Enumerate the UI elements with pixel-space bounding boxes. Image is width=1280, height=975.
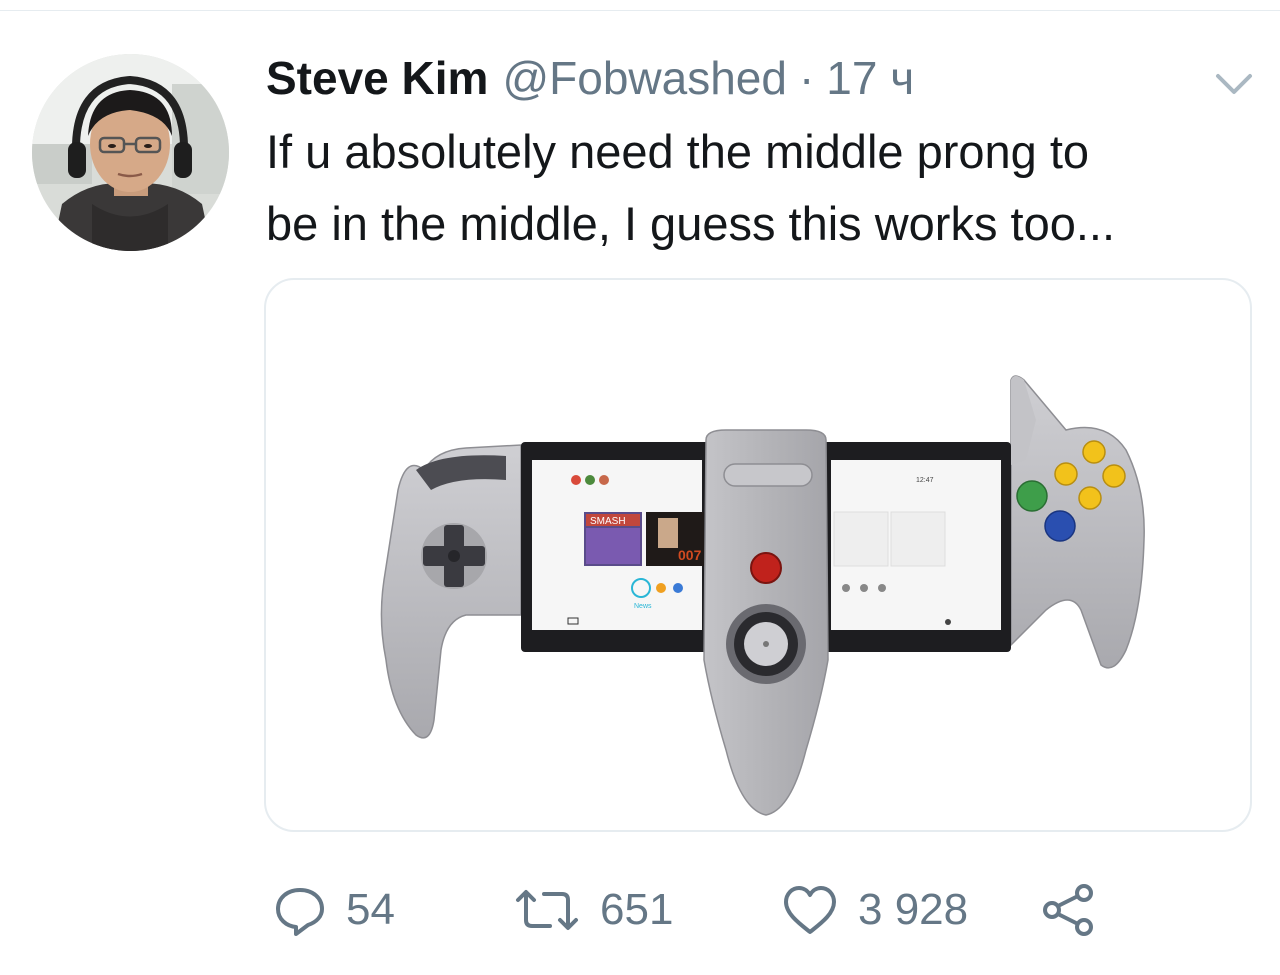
a-button bbox=[1044, 510, 1076, 542]
header-separator: · bbox=[798, 52, 815, 104]
tweet-text: If u absolutely need the middle prong to… bbox=[266, 116, 1256, 260]
left-grip bbox=[380, 444, 522, 739]
heart-icon bbox=[784, 886, 836, 934]
tile-smash-label: SMASH bbox=[590, 516, 626, 527]
b-button bbox=[1016, 480, 1048, 512]
analog-stick bbox=[726, 604, 806, 684]
avatar-image bbox=[32, 54, 229, 251]
tile-007-label: 007 bbox=[678, 547, 702, 563]
top-divider bbox=[0, 10, 1280, 11]
controller-photo: SMASH 007 News 12:47 bbox=[380, 375, 1145, 816]
avatar[interactable] bbox=[32, 54, 229, 251]
share-icon bbox=[1043, 884, 1093, 936]
author-handle[interactable]: @Fobwashed bbox=[502, 51, 787, 105]
screen-clock: 12:47 bbox=[916, 477, 934, 484]
tweet-timestamp[interactable]: 17 ч bbox=[826, 51, 914, 105]
share-button[interactable] bbox=[1040, 870, 1098, 950]
tweet-menu-button[interactable] bbox=[1210, 66, 1258, 102]
tweet-header: Steve Kim @Fobwashed · 17 ч bbox=[266, 48, 914, 108]
d-pad bbox=[421, 523, 487, 589]
chevron-down-icon bbox=[1216, 74, 1252, 94]
retweet-button[interactable]: 651 bbox=[512, 870, 673, 950]
retweet-count: 651 bbox=[600, 885, 674, 934]
author-display-name[interactable]: Steve Kim bbox=[266, 51, 488, 105]
screen-right: 12:47 bbox=[821, 442, 1011, 652]
screen-left: SMASH 007 News bbox=[521, 442, 711, 652]
reply-button[interactable]: 54 bbox=[272, 870, 395, 950]
like-button[interactable]: 3 928 bbox=[780, 870, 968, 950]
tweet-action-bar: 54 651 3 928 bbox=[272, 870, 1272, 950]
tweet-media[interactable]: SMASH 007 News 12:47 bbox=[264, 278, 1252, 832]
tweet-text-line: be in the middle, I guess this works too… bbox=[266, 197, 1116, 250]
reply-count: 54 bbox=[346, 885, 395, 934]
retweet-icon bbox=[516, 890, 578, 930]
tweet-text-line: If u absolutely need the middle prong to bbox=[266, 125, 1090, 178]
like-count: 3 928 bbox=[858, 885, 969, 934]
reply-icon bbox=[276, 888, 324, 936]
news-label: News bbox=[634, 603, 652, 610]
start-button bbox=[750, 552, 782, 584]
